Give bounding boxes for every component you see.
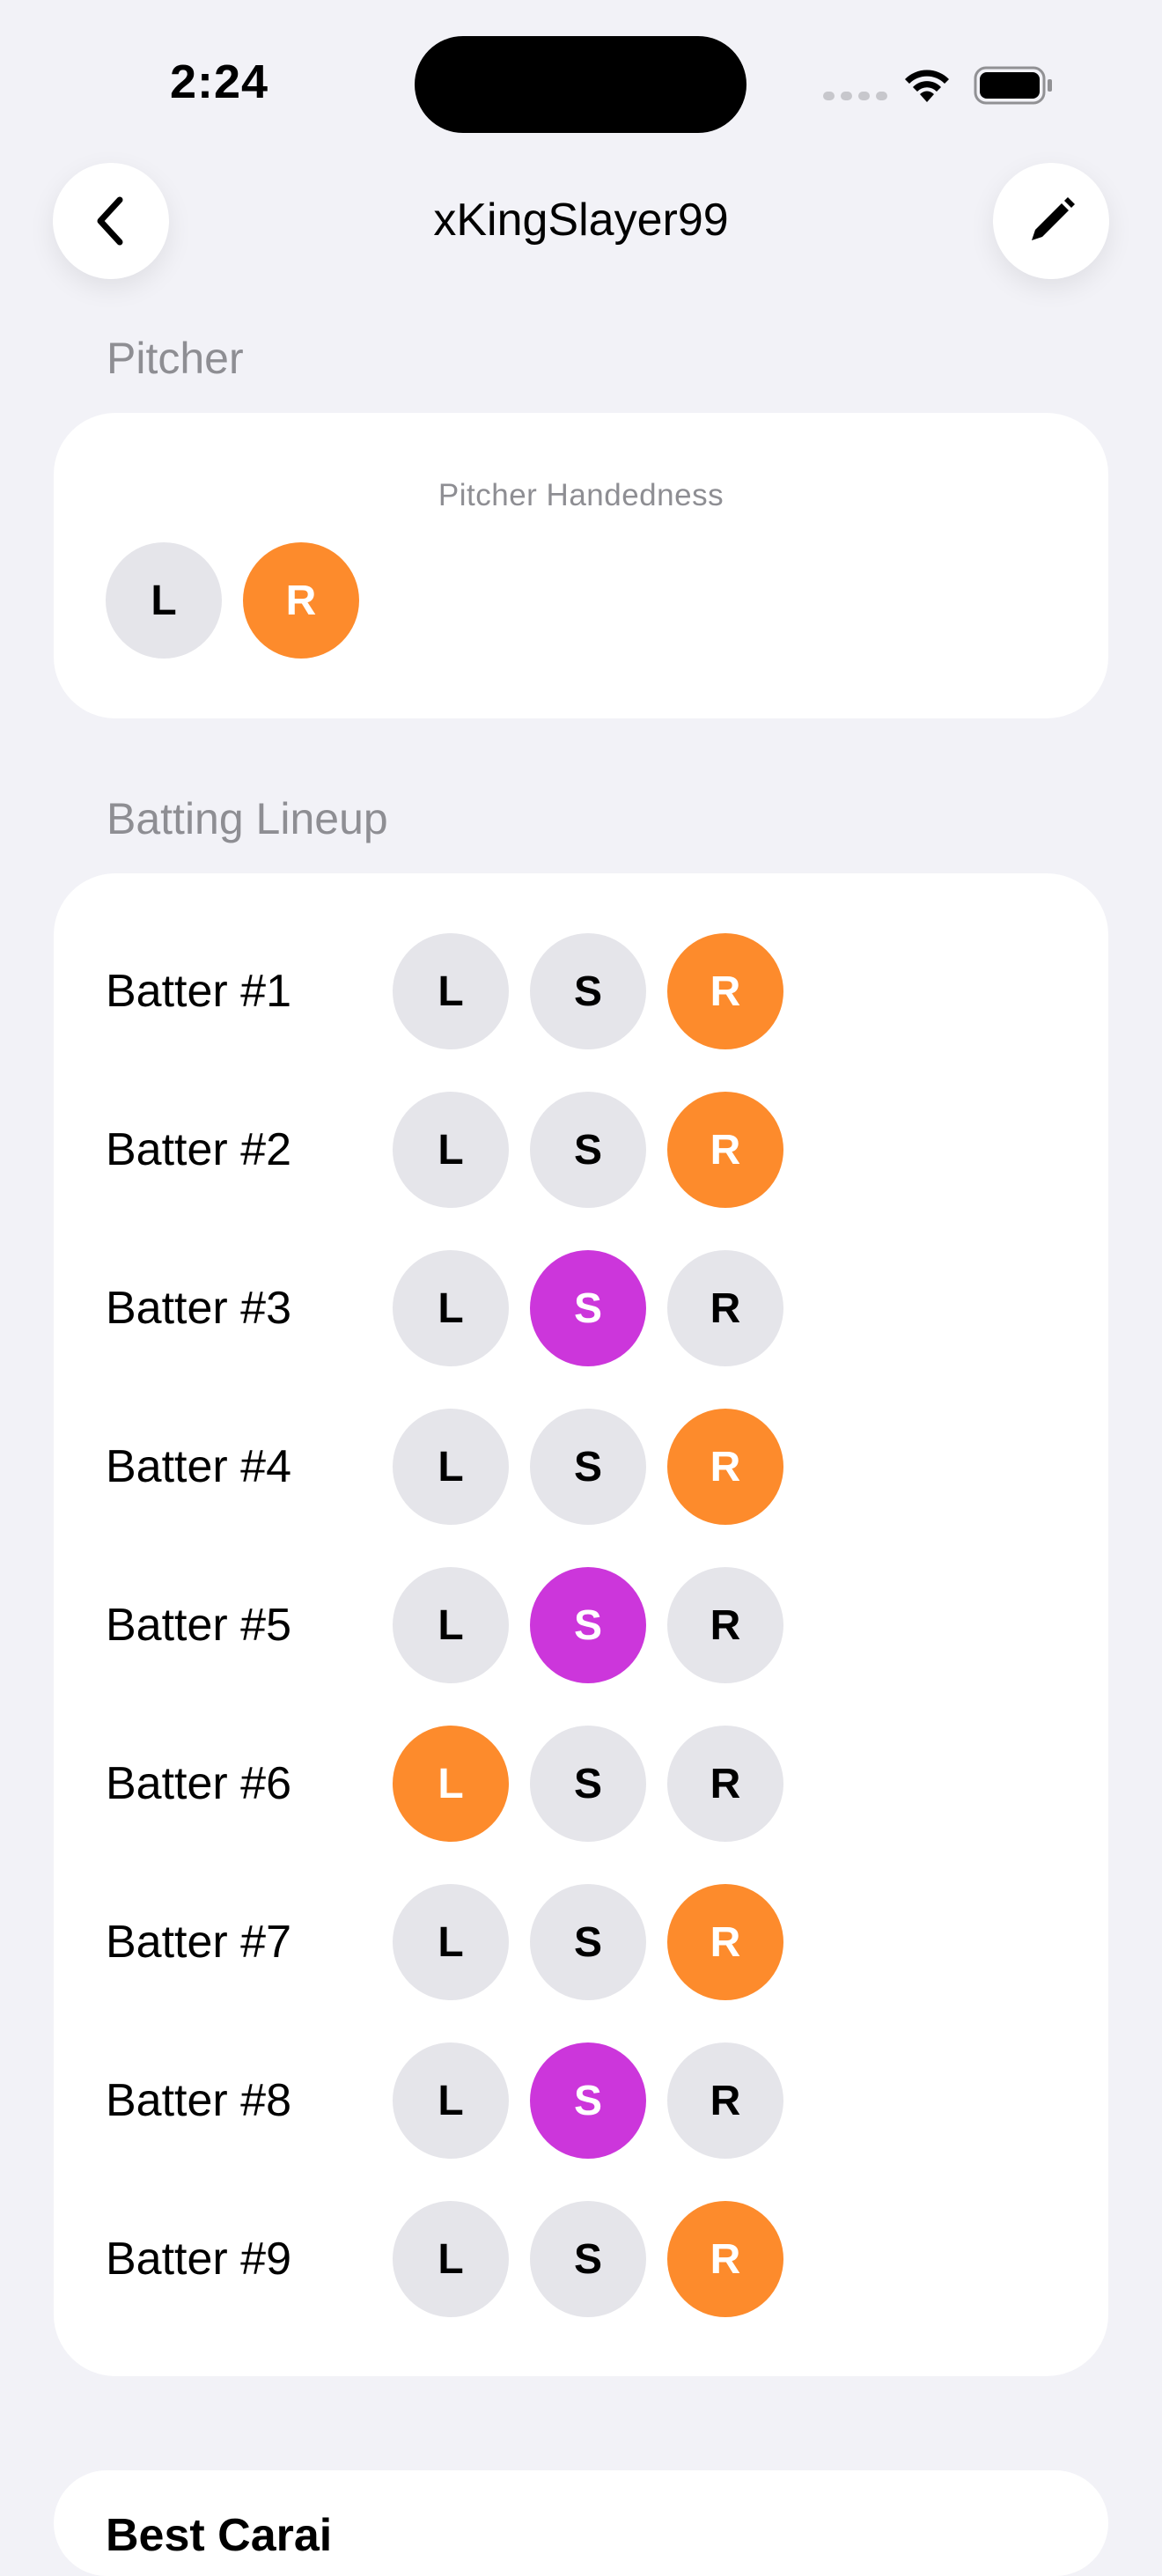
batter-label: Batter #1 — [106, 966, 292, 1017]
batter-3-l-button[interactable]: L — [393, 1250, 509, 1366]
batter-handedness-picker: LSR — [393, 1567, 783, 1683]
pitcher-l-button[interactable]: L — [106, 542, 222, 659]
batter-7-r-button[interactable]: R — [667, 1884, 783, 2000]
page-title: xKingSlayer99 — [433, 195, 729, 246]
status-time: 2:24 — [170, 55, 269, 108]
status-bar: 2:24 — [0, 0, 1162, 167]
batter-row: Batter #2 L S R — [106, 1092, 783, 1208]
batter-row: Batter #5 L S R — [106, 1567, 783, 1683]
batter-2-s-button[interactable]: S — [530, 1092, 646, 1208]
batter-row: Batter #7 L S R — [106, 1884, 783, 2000]
wifi-icon — [905, 70, 949, 102]
batter-label: Batter #8 — [106, 2075, 292, 2126]
batter-handedness-picker: LSR — [393, 1092, 783, 1208]
batter-4-s-button[interactable]: S — [530, 1409, 646, 1525]
batter-handedness-picker: LSR — [393, 1726, 783, 1842]
batter-handedness-picker: LSR — [393, 1409, 783, 1525]
batter-label: Batter #4 — [106, 1441, 292, 1492]
batting-lineup-card: Batter #1 L S R Batter #2 L S R Batter #3 L S R Batt… — [54, 873, 1108, 2376]
batter-handedness-picker: LSR — [393, 1884, 783, 2000]
batter-6-l-button[interactable]: L — [393, 1726, 509, 1842]
batter-2-r-button[interactable]: R — [667, 1092, 783, 1208]
batter-8-l-button[interactable]: L — [393, 2042, 509, 2159]
batter-8-r-button[interactable]: R — [667, 2042, 783, 2159]
batter-9-l-button[interactable]: L — [393, 2201, 509, 2317]
batter-row: Batter #6 L S R — [106, 1726, 783, 1842]
battery-icon — [974, 66, 1052, 105]
batter-row: Batter #1 L S R — [106, 933, 783, 1049]
batter-6-s-button[interactable]: S — [530, 1726, 646, 1842]
navigation-bar: xKingSlayer99 — [0, 163, 1162, 282]
batter-6-r-button[interactable]: R — [667, 1726, 783, 1842]
batter-5-r-button[interactable]: R — [667, 1567, 783, 1683]
batter-3-s-button[interactable]: S — [530, 1250, 646, 1366]
batter-label: Batter #5 — [106, 1600, 292, 1651]
batter-4-r-button[interactable]: R — [667, 1409, 783, 1525]
batter-handedness-picker: LSR — [393, 2201, 783, 2317]
batter-1-r-button[interactable]: R — [667, 933, 783, 1049]
pitcher-card: Pitcher Handedness LR — [54, 413, 1108, 718]
edit-button[interactable] — [993, 163, 1109, 279]
pencil-icon — [1032, 197, 1075, 240]
batter-label: Batter #7 — [106, 1917, 292, 1968]
batter-row: Batter #4 L S R — [106, 1409, 783, 1525]
batter-2-l-button[interactable]: L — [393, 1092, 509, 1208]
batter-row: Batter #9 L S R — [106, 2201, 783, 2317]
pitcher-handedness-caption: Pitcher Handedness — [438, 478, 724, 512]
dynamic-island — [415, 36, 746, 133]
batter-7-s-button[interactable]: S — [530, 1884, 646, 2000]
batter-handedness-picker: LSR — [393, 1250, 783, 1366]
batter-1-s-button[interactable]: S — [530, 933, 646, 1049]
batter-5-s-button[interactable]: S — [530, 1567, 646, 1683]
cellular-signal-icon — [823, 92, 887, 100]
batter-handedness-picker: LSR — [393, 933, 783, 1049]
batter-label: Batter #9 — [106, 2234, 292, 2285]
batter-3-r-button[interactable]: R — [667, 1250, 783, 1366]
pitcher-r-button[interactable]: R — [243, 542, 359, 659]
pitcher-section-title: Pitcher — [107, 334, 244, 383]
batter-5-l-button[interactable]: L — [393, 1567, 509, 1683]
pitcher-handedness-picker: LR — [106, 542, 359, 659]
next-section-title: Best Carai — [106, 2510, 333, 2561]
batter-8-s-button[interactable]: S — [530, 2042, 646, 2159]
batter-1-l-button[interactable]: L — [393, 933, 509, 1049]
batter-7-l-button[interactable]: L — [393, 1884, 509, 2000]
batter-row: Batter #8 L S R — [106, 2042, 783, 2159]
batter-handedness-picker: LSR — [393, 2042, 783, 2159]
batter-label: Batter #3 — [106, 1283, 292, 1334]
batter-label: Batter #2 — [106, 1124, 292, 1175]
batter-label: Batter #6 — [106, 1758, 292, 1809]
batter-9-r-button[interactable]: R — [667, 2201, 783, 2317]
batter-row: Batter #3 L S R — [106, 1250, 783, 1366]
batter-9-s-button[interactable]: S — [530, 2201, 646, 2317]
batter-4-l-button[interactable]: L — [393, 1409, 509, 1525]
next-section-card: Best Carai — [54, 2470, 1108, 2576]
batting-lineup-section-title: Batting Lineup — [107, 794, 388, 843]
